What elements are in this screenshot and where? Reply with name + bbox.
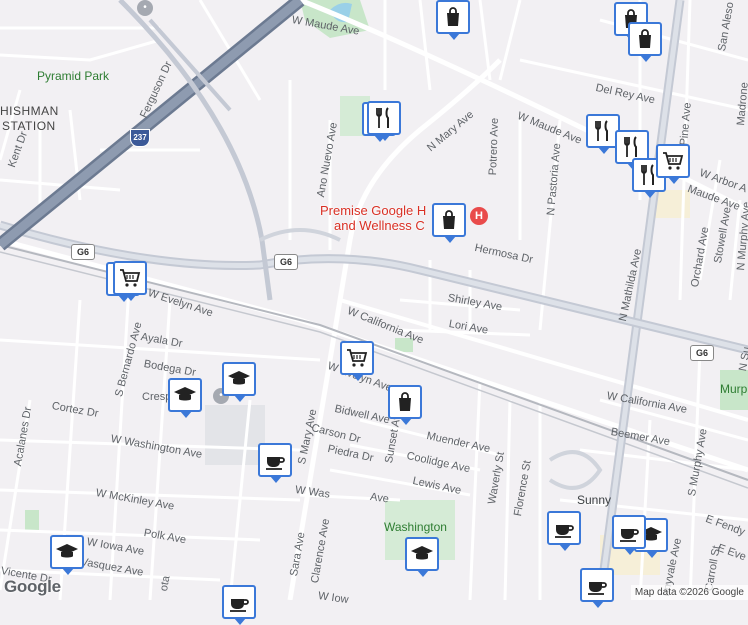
cafe-marker[interactable] bbox=[258, 443, 292, 483]
school-marker[interactable] bbox=[222, 362, 256, 402]
restaurant-marker[interactable] bbox=[367, 101, 401, 141]
map-attribution: Map data ©2026 Google bbox=[630, 585, 748, 600]
shopping-bag-marker[interactable] bbox=[432, 203, 466, 243]
hospital-icon[interactable]: H bbox=[470, 207, 488, 225]
street-label-ave: Ave bbox=[369, 491, 390, 506]
park-label-murp: Murp bbox=[720, 382, 748, 396]
place-label-station: STATION bbox=[2, 119, 56, 133]
cafe-icon bbox=[227, 590, 251, 614]
google-logo: Google bbox=[4, 577, 61, 596]
cart-marker[interactable] bbox=[656, 144, 690, 184]
school-icon bbox=[227, 367, 251, 391]
school-icon bbox=[410, 542, 434, 566]
cafe-icon bbox=[552, 516, 576, 540]
shopping-bag-icon bbox=[633, 27, 657, 51]
map-pin-icon[interactable]: • bbox=[137, 0, 153, 16]
school-icon bbox=[55, 540, 79, 564]
cart-marker[interactable] bbox=[113, 261, 147, 301]
cafe-icon bbox=[585, 573, 609, 597]
shopping-bag-icon bbox=[393, 390, 417, 414]
school-marker[interactable] bbox=[405, 537, 439, 577]
street-label-potrero-ave: Potrero Ave bbox=[487, 117, 501, 176]
cafe-marker[interactable] bbox=[547, 511, 581, 551]
park-label-washington: Washington bbox=[384, 520, 447, 534]
restaurant-icon bbox=[620, 135, 644, 159]
cafe-marker[interactable] bbox=[222, 585, 256, 625]
interstate-237-shield: 237 bbox=[130, 129, 150, 147]
park-label-pyramid-park: Pyramid Park bbox=[37, 69, 110, 83]
g6-shield-center: G6 bbox=[274, 254, 298, 270]
shopping-bag-marker[interactable] bbox=[628, 22, 662, 62]
cart-icon bbox=[118, 266, 142, 290]
poi-label-hospital-line1[interactable]: Premise Google H bbox=[320, 204, 426, 217]
cart-marker[interactable] bbox=[340, 341, 374, 381]
place-label-sunny: Sunny bbox=[577, 493, 612, 507]
shopping-bag-icon bbox=[437, 208, 461, 232]
cafe-marker[interactable] bbox=[580, 568, 614, 608]
school-marker[interactable] bbox=[50, 535, 84, 575]
cart-icon bbox=[345, 346, 369, 370]
shopping-bag-marker[interactable] bbox=[436, 0, 470, 40]
restaurant-icon bbox=[372, 106, 396, 130]
cafe-marker[interactable] bbox=[612, 515, 646, 555]
school-marker[interactable] bbox=[168, 378, 202, 418]
cafe-icon bbox=[263, 448, 287, 472]
g6-shield-west: G6 bbox=[71, 244, 95, 260]
poi-label-hospital-line2[interactable]: and Wellness C bbox=[334, 219, 425, 232]
place-label-hishman: HISHMAN bbox=[0, 104, 59, 118]
restaurant-icon bbox=[591, 119, 615, 143]
g6-shield-east: G6 bbox=[690, 345, 714, 361]
school-icon bbox=[173, 383, 197, 407]
cafe-icon bbox=[617, 520, 641, 544]
shopping-bag-marker[interactable] bbox=[388, 385, 422, 425]
cart-icon bbox=[661, 149, 685, 173]
shopping-bag-icon bbox=[441, 5, 465, 29]
